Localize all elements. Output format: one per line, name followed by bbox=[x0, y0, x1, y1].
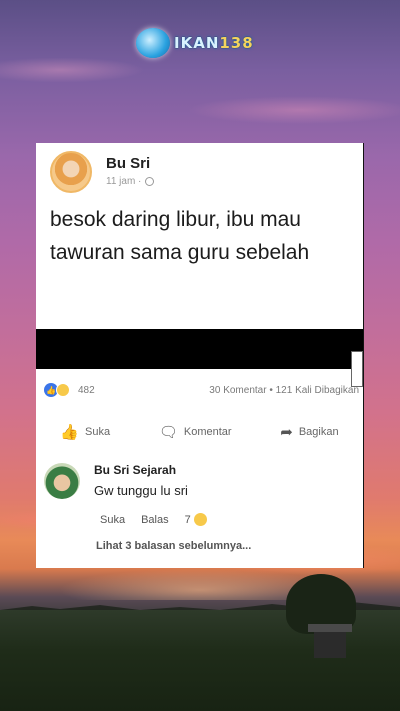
post-actions: 👍 Suka 🗨 Komentar ➦ Bagikan bbox=[36, 420, 363, 444]
comment-reply-button[interactable]: Balas bbox=[141, 514, 169, 526]
post-author[interactable]: Bu Sri bbox=[106, 155, 154, 172]
hut-silhouette bbox=[308, 624, 352, 658]
view-previous-replies-link[interactable]: Lihat 3 balasan sebelumnya... bbox=[96, 540, 251, 552]
comments-shares-count[interactable]: 30 Komentar • 121 Kali Dibagikan bbox=[209, 385, 359, 396]
reaction-count: 482 bbox=[78, 384, 95, 396]
thumbs-up-icon: 👍 bbox=[60, 424, 80, 441]
post-stats: 👍 482 30 Komentar • 121 Kali Dibagikan bbox=[44, 381, 359, 399]
post-meta: Bu Sri 11 jam · bbox=[106, 151, 155, 193]
comment-reaction-count: 7 bbox=[184, 513, 191, 526]
globe-icon bbox=[145, 177, 155, 186]
share-icon: ➦ bbox=[280, 424, 293, 441]
hut-body bbox=[314, 632, 346, 658]
reactions-summary[interactable]: 👍 482 bbox=[44, 383, 95, 397]
share-button[interactable]: ➦ Bagikan bbox=[280, 423, 338, 441]
comment-icon: 🗨 bbox=[158, 424, 178, 441]
comment-actions: Suka Balas 7 bbox=[100, 513, 207, 526]
fish-logo-icon bbox=[136, 28, 170, 58]
comment-avatar[interactable] bbox=[44, 463, 80, 499]
post-text: besok daring libur, ibu mau tawuran sama… bbox=[50, 208, 310, 264]
post-timestamp: 11 jam · bbox=[106, 176, 155, 187]
post-time-text: 11 jam · bbox=[106, 176, 142, 187]
comment-like-button[interactable]: Suka bbox=[100, 514, 125, 526]
haha-reaction-icon bbox=[193, 513, 207, 526]
facebook-post-card: Bu Sri 11 jam · besok daring libur, ibu … bbox=[36, 143, 363, 568]
black-bar bbox=[36, 329, 363, 369]
avatar[interactable] bbox=[50, 151, 92, 193]
hut-roof bbox=[308, 624, 352, 632]
comment-label: Komentar bbox=[183, 426, 232, 438]
comment-bubble: Bu Sri Sejarah Gw tunggu lu sri bbox=[94, 463, 294, 498]
logo-text: IKAN138 bbox=[174, 34, 254, 52]
post-header: Bu Sri 11 jam · bbox=[50, 151, 155, 193]
comment-button[interactable]: 🗨 Komentar bbox=[159, 423, 232, 441]
haha-reaction-icon bbox=[56, 383, 70, 397]
comment-author[interactable]: Bu Sri Sejarah bbox=[94, 463, 294, 477]
like-label: Suka bbox=[85, 426, 111, 438]
share-label: Bagikan bbox=[298, 426, 339, 438]
comment-reactions[interactable]: 7 bbox=[185, 513, 207, 526]
comment-text: Gw tunggu lu sri bbox=[94, 483, 188, 498]
ikan138-logo: IKAN138 bbox=[136, 24, 266, 62]
like-button[interactable]: 👍 Suka bbox=[60, 423, 110, 441]
